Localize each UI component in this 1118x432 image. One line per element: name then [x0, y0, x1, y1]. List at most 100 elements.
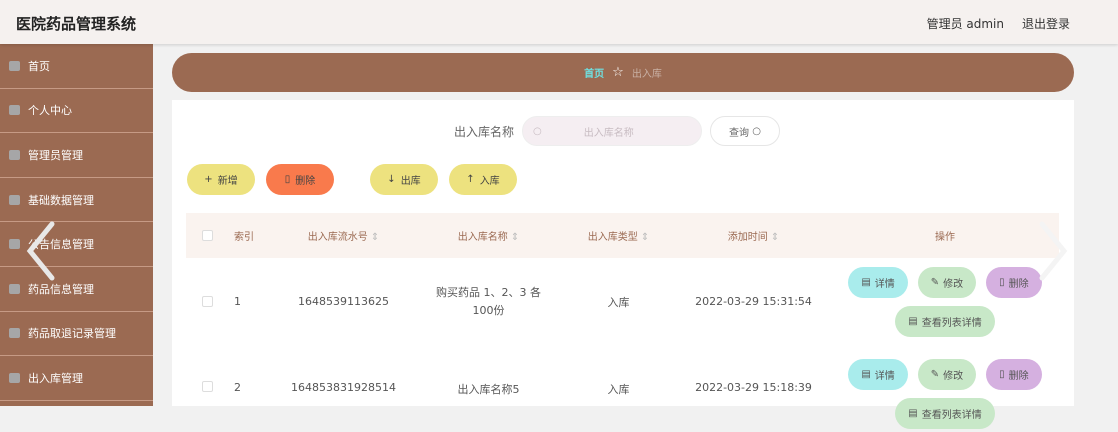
breadcrumb: 首页 ☆ 出入库 [172, 53, 1074, 92]
sidebar-item-medicine[interactable]: 药品信息管理 [0, 267, 153, 312]
row-checkbox[interactable] [202, 296, 213, 307]
search-input[interactable]: ○ 出入库名称 [522, 116, 703, 146]
search-icon: ○ [752, 125, 761, 137]
sort-icon: ⇕ [640, 232, 650, 243]
list-detail-button[interactable]: ▤ 查看列表详情 [895, 398, 995, 429]
add-label: 新增 [217, 176, 238, 187]
trash-icon: ▯ [999, 276, 1005, 288]
logout-link[interactable]: 退出登录 [1022, 15, 1070, 32]
col-type[interactable]: 出入库类型 ⇕ [561, 228, 676, 243]
cell-name: 购买药品 1、2、3 各100份 [436, 285, 541, 317]
cell-name: 出入库名称5 [457, 383, 520, 396]
document-icon: ▤ [861, 276, 871, 288]
col-label: 出入库类型 [587, 232, 638, 243]
stock-in-label: 入库 [479, 176, 500, 187]
search-label: 出入库名称 [454, 124, 515, 139]
app-title: 医院药品管理系统 [16, 15, 137, 33]
edit-button[interactable]: ✎ 修改 [917, 266, 977, 298]
list-detail-button[interactable]: ▤ 查看列表详情 [895, 305, 995, 337]
sidebar-item-admin[interactable]: 管理员管理 [0, 133, 153, 178]
row-delete-button[interactable]: ▯ 删除 [986, 266, 1042, 298]
admin-icon [9, 149, 20, 160]
sidebar-item-label: 基础数据管理 [28, 193, 94, 207]
sidebar-item-label: 管理员管理 [28, 148, 83, 162]
sort-icon: ⇕ [770, 232, 780, 243]
home-icon [9, 60, 20, 71]
cell-type: 入库 [607, 295, 630, 309]
sidebar-item-label: 首页 [28, 59, 50, 73]
sidebar-item-label: 药品信息管理 [28, 282, 94, 296]
header: 医院药品管理系统 管理员 admin 退出登录 [0, 0, 1118, 44]
sort-icon: ⇕ [370, 232, 380, 243]
col-label: 出入库名称 [457, 232, 508, 243]
breadcrumb-home[interactable]: 首页 [584, 65, 604, 80]
arrow-down-icon: ↓ [387, 174, 396, 185]
edit-label: 修改 [943, 278, 964, 290]
cell-time: 2022-03-29 15:31:54 [695, 295, 812, 308]
delete-label: 删除 [295, 176, 316, 187]
sidebar-item-notice[interactable]: 公告信息管理 [0, 222, 153, 267]
edit-label: 修改 [943, 371, 964, 382]
search-placeholder: 出入库名称 [583, 127, 634, 139]
row-delete-button[interactable]: ▯ 删除 [986, 359, 1042, 390]
star-icon: ☆ [612, 65, 624, 80]
sidebar-item-label: 出入库管理 [28, 371, 83, 385]
delete-button[interactable]: ▯ 删除 [266, 164, 334, 195]
list-detail-label: 查看列表详情 [921, 317, 982, 329]
cell-serial: 1648539113625 [298, 295, 389, 308]
table-row: 1 1648539113625 购买药品 1、2、3 各100份 入库 2022… [186, 258, 1059, 345]
cell-serial: 164853831928514 [291, 381, 396, 394]
carousel-prev-icon[interactable] [24, 220, 58, 282]
stock-out-button[interactable]: ↓ 出库 [370, 164, 438, 195]
stock-in-button[interactable]: ↑ 入库 [449, 164, 517, 195]
data-icon [9, 194, 20, 205]
col-index: 索引 [234, 232, 254, 243]
pencil-icon: ✎ [930, 276, 940, 288]
pencil-icon: ✎ [930, 369, 940, 380]
detail-label: 详情 [874, 371, 895, 382]
cell-type: 入库 [607, 383, 630, 396]
sidebar: 首页 个人中心 管理员管理 基础数据管理 公告信息管理 药品信息管理 药品取退记… [0, 44, 153, 406]
edit-button[interactable]: ✎ 修改 [917, 359, 977, 390]
list-detail-label: 查看列表详情 [921, 410, 982, 421]
user-icon [9, 105, 20, 116]
query-label: 查询 [729, 127, 750, 139]
trash-icon: ▯ [999, 369, 1005, 380]
col-label: 出入库流水号 [307, 232, 368, 243]
add-button[interactable]: + 新增 [187, 164, 255, 195]
medicine-icon [9, 283, 20, 294]
trash-icon: ▯ [284, 174, 291, 185]
document-icon: ▤ [861, 369, 871, 380]
detail-button[interactable]: ▤ 详情 [848, 266, 908, 298]
document-icon: ▤ [908, 315, 918, 327]
col-label: 添加时间 [727, 232, 768, 243]
cell-index: 1 [234, 295, 241, 308]
breadcrumb-current: 出入库 [631, 69, 662, 80]
select-all-checkbox[interactable] [202, 230, 213, 241]
arrow-up-icon: ↑ [466, 174, 475, 185]
cell-time: 2022-03-29 15:18:39 [695, 381, 812, 394]
cell-index: 2 [234, 381, 241, 394]
col-time[interactable]: 添加时间 ⇕ [676, 228, 831, 243]
sidebar-item-label: 药品取退记录管理 [28, 327, 116, 341]
detail-button[interactable]: ▤ 详情 [848, 359, 908, 390]
sidebar-item-profile[interactable]: 个人中心 [0, 89, 153, 134]
stock-out-label: 出库 [400, 176, 421, 187]
sidebar-item-basic-data[interactable]: 基础数据管理 [0, 178, 153, 223]
row-checkbox[interactable] [202, 381, 213, 392]
sort-icon: ⇕ [510, 232, 520, 243]
plus-icon: + [204, 174, 213, 185]
carousel-next-icon[interactable] [1036, 220, 1070, 282]
notice-icon [9, 239, 20, 250]
sidebar-item-warehouse[interactable]: 出入库管理 [0, 356, 153, 401]
warehouse-icon [9, 372, 20, 383]
sidebar-item-records[interactable]: 药品取退记录管理 [0, 312, 153, 357]
col-name[interactable]: 出入库名称 ⇕ [416, 228, 561, 243]
table-header: 索引 出入库流水号 ⇕ 出入库名称 ⇕ 出入库类型 ⇕ 添加时间 ⇕ 操作 [186, 213, 1059, 258]
search-icon: ○ [533, 125, 542, 137]
table-row: 2 164853831928514 出入库名称5 入库 2022-03-29 1… [186, 345, 1059, 432]
col-serial[interactable]: 出入库流水号 ⇕ [271, 228, 416, 243]
query-button[interactable]: 查询 ○ [710, 116, 781, 146]
col-actions: 操作 [935, 232, 955, 243]
sidebar-item-home[interactable]: 首页 [0, 44, 153, 89]
